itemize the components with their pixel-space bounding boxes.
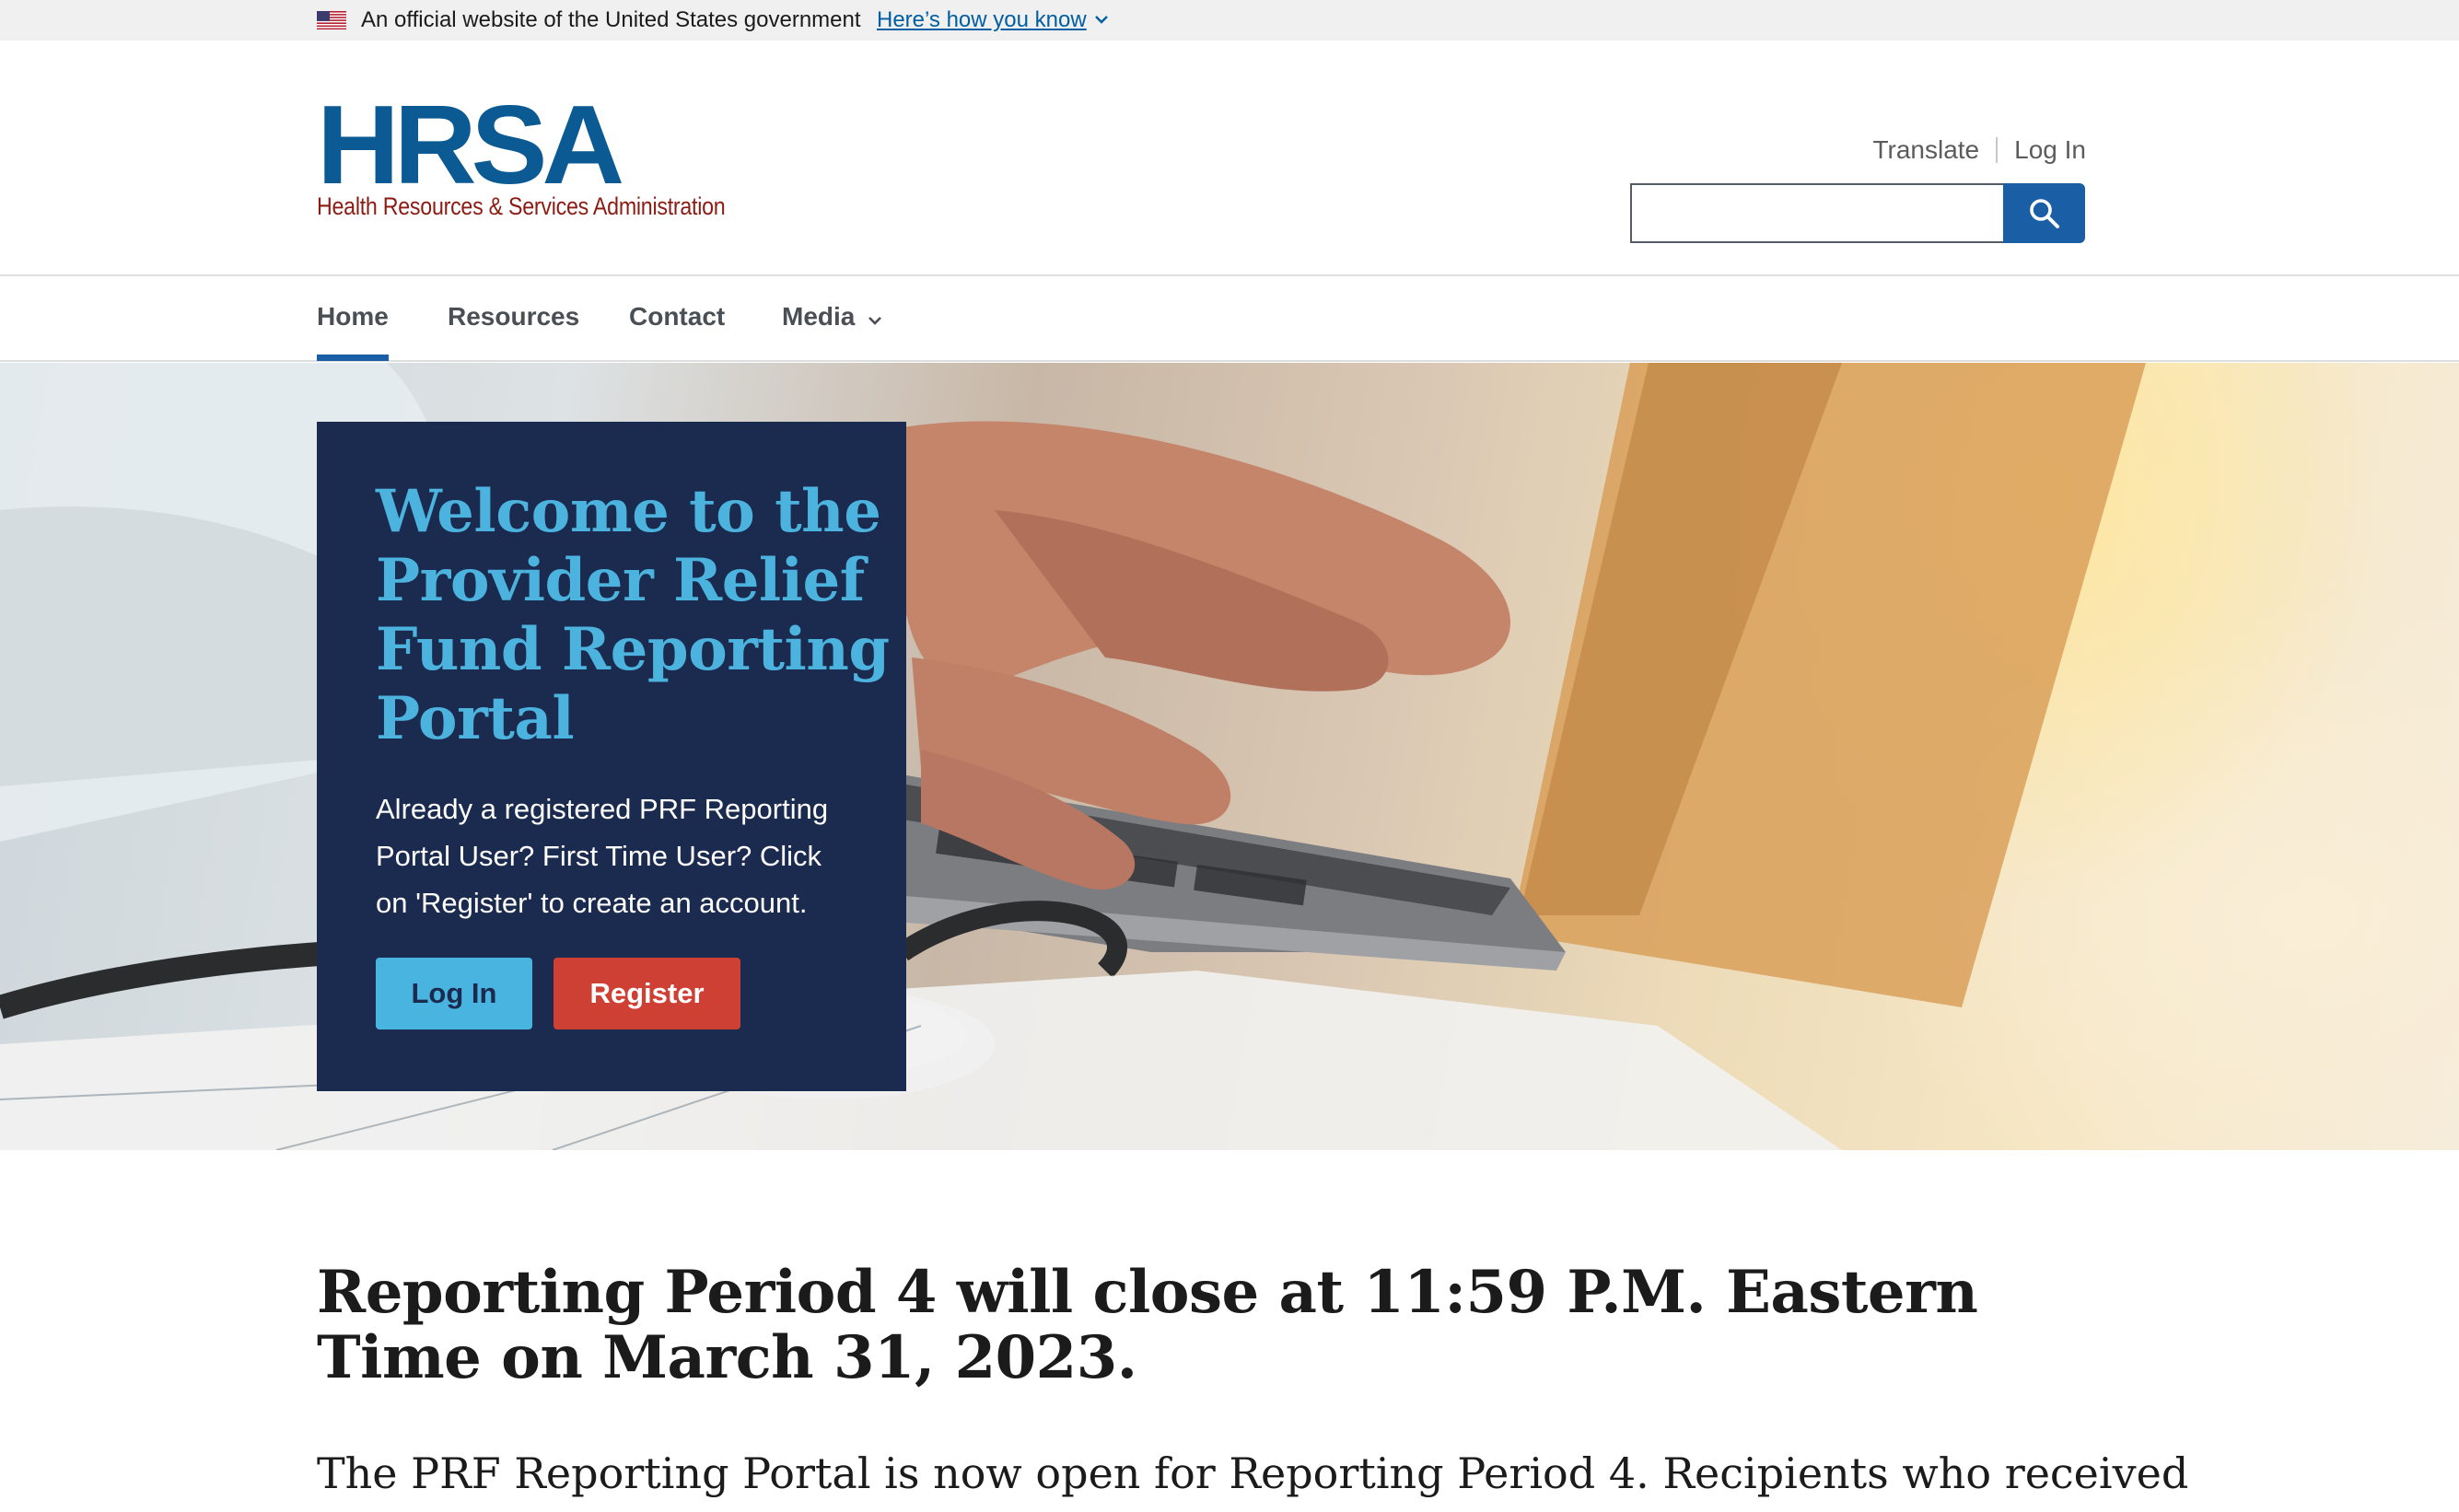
search-button[interactable] <box>2003 183 2085 243</box>
logo-tagline: Health Resources & Services Administrati… <box>317 192 726 220</box>
active-nav-indicator <box>317 355 389 361</box>
search-icon <box>2029 198 2059 228</box>
chevron-down-icon[interactable] <box>866 315 884 328</box>
welcome-panel: Welcome to the Provider Relief Fund Repo… <box>317 422 906 1091</box>
hero-description: Already a registered PRF Reporting Porta… <box>376 793 829 919</box>
main-nav: Home Resources Contact Media <box>0 276 2459 362</box>
logo-letters: HRSA <box>317 82 624 207</box>
reporting-period-heading: Reporting Period 4 will close at 11:59 P… <box>317 1258 1978 1392</box>
nav-item-media[interactable]: Media <box>782 302 855 331</box>
hero-title: Welcome to the Provider Relief Fund Repo… <box>376 477 890 753</box>
translate-link[interactable]: Translate <box>1872 135 1979 165</box>
hero-banner: Welcome to the Provider Relief Fund Repo… <box>0 363 2459 1150</box>
utility-links: Translate Log In <box>1872 134 2086 166</box>
hrsa-logo[interactable]: HRSA Health Resources & Services Adminis… <box>317 85 726 227</box>
chevron-down-icon[interactable] <box>1092 13 1111 28</box>
us-flag-icon <box>317 11 346 29</box>
header-login-link[interactable]: Log In <box>2014 135 2086 165</box>
how-you-know-link[interactable]: Here’s how you know <box>877 8 1087 32</box>
search-input[interactable] <box>1630 183 2004 243</box>
reporting-period-paragraph: The PRF Reporting Portal is now open for… <box>317 1448 2189 1498</box>
search-form <box>1630 183 2085 243</box>
nav-item-resources[interactable]: Resources <box>448 302 579 331</box>
gov-banner: An official website of the United States… <box>0 0 2459 41</box>
site-header: HRSA Health Resources & Services Adminis… <box>0 41 2459 276</box>
utility-divider <box>1996 137 1999 163</box>
nav-item-home[interactable]: Home <box>317 302 389 331</box>
register-button[interactable]: Register <box>554 958 740 1029</box>
official-website-text: An official website of the United States… <box>361 7 861 32</box>
nav-item-contact[interactable]: Contact <box>629 302 725 331</box>
login-button[interactable]: Log In <box>376 958 532 1029</box>
